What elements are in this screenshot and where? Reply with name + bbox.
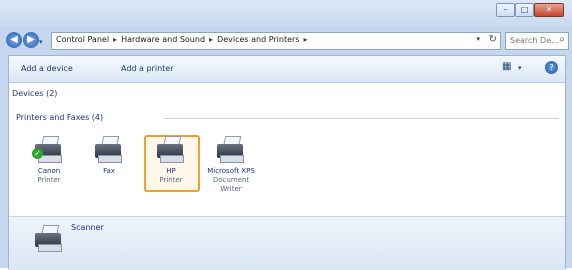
breadcrumb-separator-icon[interactable]: ▸ [209, 35, 213, 44]
printer-subtitle: Printer [159, 176, 183, 184]
search-input[interactable]: Search De... ⌕ [505, 32, 569, 50]
title-bar[interactable]: – □ ✕ [0, 0, 572, 26]
explorer-window: – □ ✕ ◀ ▶ ▾ Control Panel ▸ Hardware and… [0, 0, 572, 270]
breadcrumb: Control Panel ▸ Hardware and Sound ▸ Dev… [56, 35, 312, 44]
printer-item-selected[interactable]: HP Printer [145, 136, 197, 185]
fax-icon [92, 136, 126, 164]
minimize-button[interactable]: – [496, 3, 515, 17]
printer-item[interactable]: ✓ Canon Printer [23, 136, 75, 185]
help-icon[interactable]: ? [545, 61, 558, 74]
breadcrumb-hardware-and-sound[interactable]: Hardware and Sound [121, 35, 205, 44]
window-controls: – □ ✕ [496, 3, 564, 17]
navigation-row: ◀ ▶ ▾ Control Panel ▸ Hardware and Sound… [0, 30, 572, 52]
printer-item[interactable]: Fax [83, 136, 135, 176]
breadcrumb-devices-and-printers[interactable]: Devices and Printers [217, 35, 299, 44]
recent-pages-dropdown[interactable]: ▾ [39, 38, 43, 46]
printers-group-title: Printers and Faxes (4) [16, 113, 104, 122]
group-divider [164, 118, 559, 119]
content-pane: Add a device Add a printer ▦ ▾ ? Devices… [8, 55, 566, 270]
printer-icon [214, 136, 248, 164]
breadcrumb-separator-icon[interactable]: ▸ [303, 35, 307, 44]
refresh-icon[interactable]: ↻ [489, 34, 497, 45]
forward-button[interactable]: ▶ [23, 32, 39, 48]
scanner-item[interactable] [23, 225, 75, 253]
printer-subtitle: Document Writer [212, 176, 250, 193]
printer-name: Fax [103, 167, 115, 175]
command-bar: Add a device Add a printer ▦ ▾ ? [9, 56, 565, 83]
address-dropdown-icon[interactable]: ▾ [476, 35, 480, 43]
scanner-label: Scanner [71, 223, 104, 232]
unspecified-group: Scanner [9, 216, 565, 270]
breadcrumb-separator-icon[interactable]: ▸ [113, 35, 117, 44]
add-device-button[interactable]: Add a device [21, 64, 73, 73]
close-button[interactable]: ✕ [534, 3, 564, 17]
printer-name: Microsoft XPS [207, 167, 255, 175]
devices-group-title: Devices (2) [12, 89, 58, 98]
address-bar[interactable]: Control Panel ▸ Hardware and Sound ▸ Dev… [51, 32, 501, 50]
printer-icon [154, 136, 188, 164]
printers-group-header[interactable]: Printers and Faxes (4) [9, 108, 565, 128]
view-dropdown-icon[interactable]: ▾ [518, 64, 530, 76]
add-printer-button[interactable]: Add a printer [121, 64, 173, 73]
forward-arrow-icon: ▶ [27, 34, 35, 45]
printer-icon: ✓ [32, 136, 66, 164]
devices-group-header[interactable]: Devices (2) [9, 82, 565, 104]
back-button[interactable]: ◀ [6, 32, 22, 48]
printer-name: Canon [37, 167, 61, 175]
breadcrumb-control-panel[interactable]: Control Panel [56, 35, 109, 44]
maximize-button[interactable]: □ [515, 3, 534, 17]
change-view-icon[interactable]: ▦ [502, 61, 514, 73]
back-arrow-icon: ◀ [10, 34, 18, 45]
printer-subtitle: Printer [37, 176, 61, 184]
scanner-icon [32, 225, 66, 253]
printer-item[interactable]: Microsoft XPS Document Writer [205, 136, 257, 194]
default-printer-check-icon: ✓ [32, 148, 43, 159]
printer-name: HP [166, 167, 176, 175]
search-icon[interactable]: ⌕ [559, 34, 565, 45]
search-placeholder: Search De... [510, 36, 559, 45]
